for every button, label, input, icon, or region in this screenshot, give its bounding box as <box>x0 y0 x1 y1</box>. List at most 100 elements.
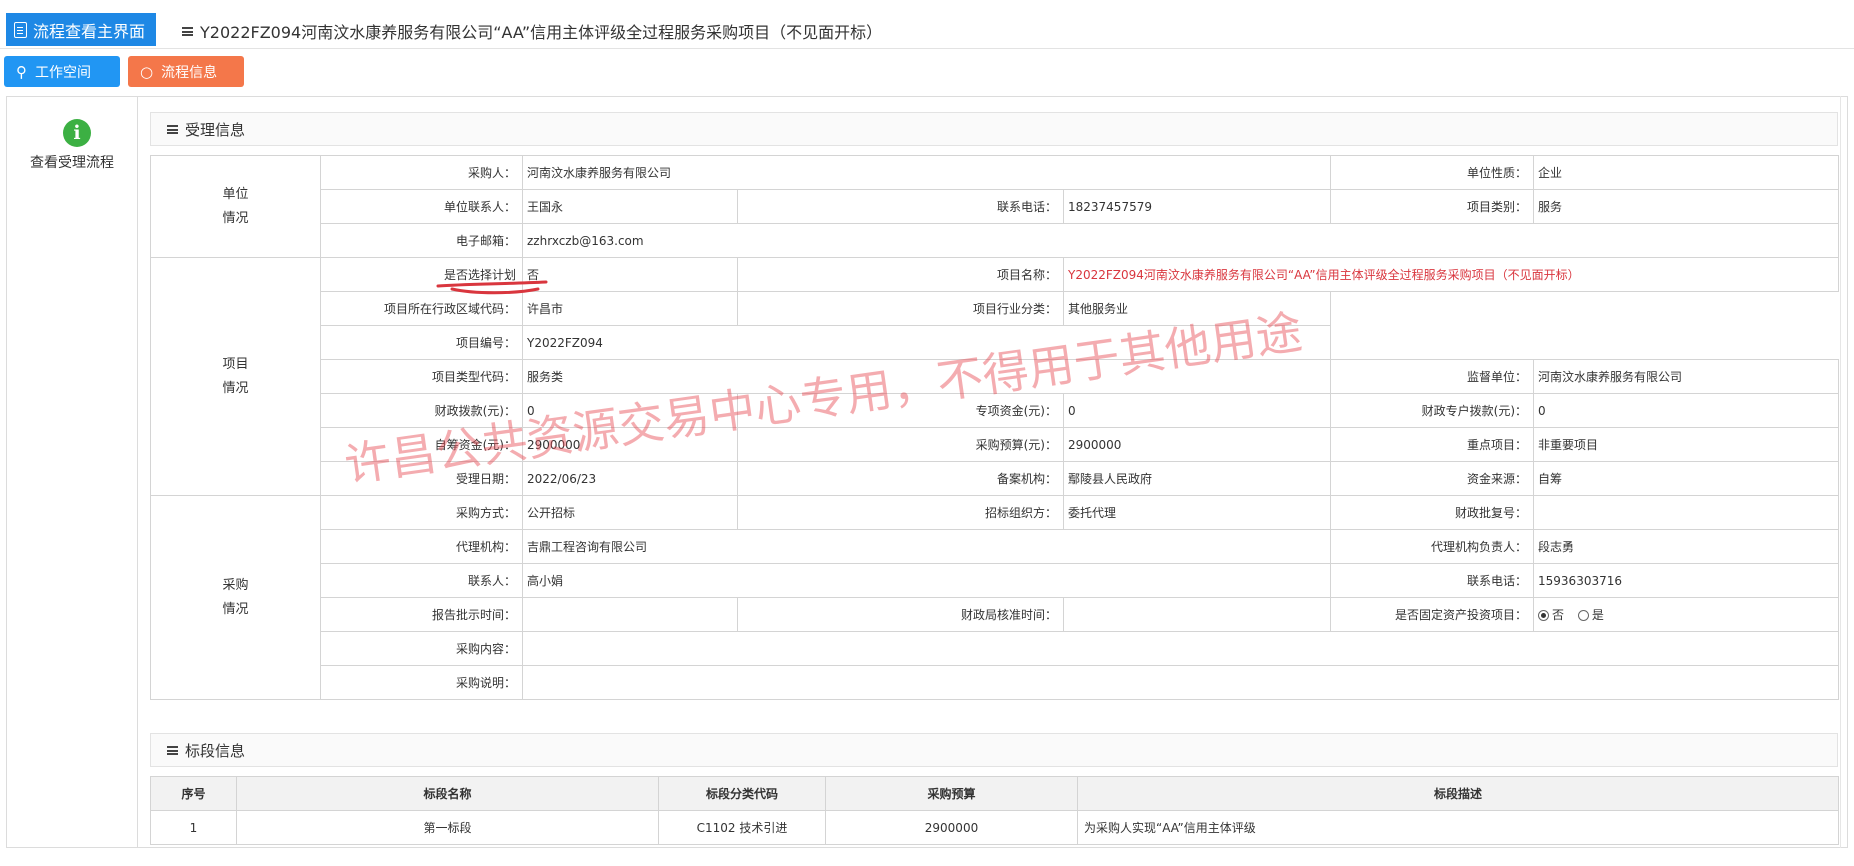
record-org-value: 鄢陵县人民政府 <box>1062 461 1332 496</box>
radio-yes[interactable] <box>1577 610 1589 621</box>
field-label: 联系电话： <box>737 189 1064 224</box>
supervisor-value: 河南汶水康养服务有限公司 <box>1533 359 1840 394</box>
field-label: 项目编号： <box>320 325 523 360</box>
cell-lot-budget: 2900000 <box>825 810 1078 845</box>
purchase-content-value <box>521 631 1840 666</box>
agency-head-value: 段志勇 <box>1533 529 1840 564</box>
workspace-label: 工作空间 <box>35 64 91 81</box>
table-row[interactable]: 1 第一标段 C1102 技术引进 2900000 为采购人实现“AA”信用主体… <box>150 810 1839 845</box>
region-value: 许昌市 <box>522 291 738 326</box>
flow-info-button[interactable]: ○ 流程信息 <box>128 56 244 87</box>
field-label: 单位联系人： <box>320 189 523 224</box>
industry-value: 其他服务业 <box>1062 291 1332 326</box>
field-label: 代理机构负责人： <box>1330 529 1535 564</box>
accept-date-value: 2022/06/23 <box>522 461 738 496</box>
purchaser-value: 河南汶水康养服务有限公司 <box>521 155 1332 190</box>
finance-time-value <box>1062 597 1332 632</box>
section-header-lots: 标段信息 <box>150 733 1838 767</box>
section-header-acceptance: 受理信息 <box>150 112 1838 146</box>
phone-value: 18237457579 <box>1062 189 1332 224</box>
column-header: 标段分类代码 <box>658 776 826 811</box>
radio-no[interactable] <box>1538 610 1550 621</box>
field-label: 财政专户拨款(元)： <box>1330 393 1535 428</box>
field-label: 专项资金(元)： <box>737 393 1064 428</box>
workspace-button[interactable]: ⚲ 工作空间 <box>4 56 120 87</box>
group-label-purchase: 采购 情况 <box>150 495 321 700</box>
agency-value: 吉鼎工程咨询有限公司 <box>521 529 1332 564</box>
field-label: 采购人： <box>320 155 523 190</box>
column-header: 标段名称 <box>236 776 659 811</box>
table-row: 电子邮箱： zzhrxczb@163.com <box>151 223 1840 258</box>
budget-value: 2900000 <box>1062 427 1332 462</box>
fiscal-special-value: 0 <box>1533 393 1840 428</box>
field-label: 联系电话： <box>1330 563 1535 598</box>
cell-index: 1 <box>150 810 237 845</box>
field-label: 报告批示时间： <box>320 597 523 632</box>
field-label: 采购内容： <box>320 631 523 666</box>
field-label: 资金来源： <box>1330 461 1535 496</box>
sidebar: i 查看受理流程 <box>6 96 138 848</box>
org-form-value: 委托代理 <box>1062 495 1332 530</box>
group-label-unit: 单位 情况 <box>150 155 321 258</box>
page-title: Y2022FZ094河南汶水康养服务有限公司“AA”信用主体评级全过程服务采购项… <box>182 19 882 43</box>
page-title-text: Y2022FZ094河南汶水康养服务有限公司“AA”信用主体评级全过程服务采购项… <box>200 23 883 42</box>
project-name-value: Y2022FZ094河南汶水康养服务有限公司“AA”信用主体评级全过程服务采购项… <box>1062 257 1840 292</box>
field-label: 项目所在行政区域代码： <box>320 291 523 326</box>
field-label: 监督单位： <box>1330 359 1535 394</box>
field-label: 项目类型代码： <box>320 359 523 394</box>
fund-source-value: 自筹 <box>1533 461 1840 496</box>
field-label: 备案机构： <box>737 461 1064 496</box>
users-icon: ⚲ <box>16 62 27 81</box>
home-tab[interactable]: 流程查看主界面 <box>6 13 156 46</box>
special-value: 0 <box>1062 393 1332 428</box>
view-flow-link[interactable]: 查看受理流程 <box>6 152 138 172</box>
table-row: 单位 情况 采购人： 河南汶水康养服务有限公司 单位性质： 企业 <box>150 155 1840 258</box>
table-row: 采购说明： <box>151 665 1840 700</box>
blank-cell <box>1330 291 1839 360</box>
table-row: 财政拨款(元)： 0 专项资金(元)： 0 财政专户拨款(元)： 0 <box>151 393 1840 428</box>
field-label: 财政局核准时间： <box>737 597 1064 632</box>
method-value: 公开招标 <box>522 495 738 530</box>
category-value: 服务 <box>1533 189 1840 224</box>
contact-person-value: 高小娟 <box>521 563 1332 598</box>
unit-nature-value: 企业 <box>1533 155 1840 190</box>
list-icon <box>182 26 193 36</box>
acceptance-table: 单位 情况 采购人： 河南汶水康养服务有限公司 单位性质： 企业 单位联系人： 王… <box>150 155 1840 700</box>
self-fund-value: 2900000 <box>522 427 738 462</box>
report-time-value <box>522 597 738 632</box>
lots-table: 序号 标段名称 标段分类代码 采购预算 标段描述 1 第一标段 C1102 技术… <box>150 776 1839 845</box>
field-label: 代理机构： <box>320 529 523 564</box>
scrollbar[interactable] <box>1840 96 1848 848</box>
fixed-asset-radio-group: 否 是 <box>1533 597 1840 632</box>
field-label: 采购方式： <box>320 495 523 530</box>
field-label: 招标组织方： <box>737 495 1064 530</box>
field-label: 是否固定资产投资项目： <box>1330 597 1535 632</box>
cell-lot-code: C1102 技术引进 <box>658 810 826 845</box>
key-project-value: 非重要项目 <box>1533 427 1840 462</box>
table-row: 项目所在行政区域代码： 许昌市 项目行业分类： 其他服务业 <box>151 291 1839 360</box>
project-no-value: Y2022FZ094 <box>521 325 1332 360</box>
table-row: 报告批示时间： 财政局核准时间： 是否固定资产投资项目： 否 是 <box>151 597 1840 632</box>
top-bar: 流程查看主界面 Y2022FZ094河南汶水康养服务有限公司“AA”信用主体评级… <box>0 0 1854 49</box>
table-row: 自筹资金(元)： 2900000 采购预算(元)： 2900000 重点项目： … <box>151 427 1840 462</box>
field-label: 项目行业分类： <box>737 291 1064 326</box>
field-label: 重点项目： <box>1330 427 1535 462</box>
field-label: 联系人： <box>320 563 523 598</box>
column-header: 标段描述 <box>1077 776 1839 811</box>
fiscal-value: 0 <box>522 393 738 428</box>
field-label: 是否选择计划 <box>320 257 523 292</box>
field-label: 单位性质： <box>1330 155 1535 190</box>
contact-phone-value: 15936303716 <box>1533 563 1840 598</box>
table-header-row: 序号 标段名称 标段分类代码 采购预算 标段描述 <box>150 776 1839 811</box>
table-row: 项目 情况 是否选择计划 否 项目名称： Y2022FZ094河南汶水康养服务有限… <box>150 257 1840 496</box>
cell-lot-desc: 为采购人实现“AA”信用主体评级 <box>1077 810 1839 845</box>
table-row: 采购内容： <box>151 631 1840 666</box>
purchase-note-value <box>521 665 1840 700</box>
section-title: 受理信息 <box>185 120 246 139</box>
table-row: 单位联系人： 王国永 联系电话： 18237457579 项目类别： 服务 <box>151 189 1840 224</box>
info-icon[interactable]: i <box>63 119 91 147</box>
list-icon <box>167 124 178 134</box>
field-label: 财政拨款(元)： <box>320 393 523 428</box>
flow-info-label: 流程信息 <box>161 64 218 81</box>
list-icon <box>167 745 178 755</box>
